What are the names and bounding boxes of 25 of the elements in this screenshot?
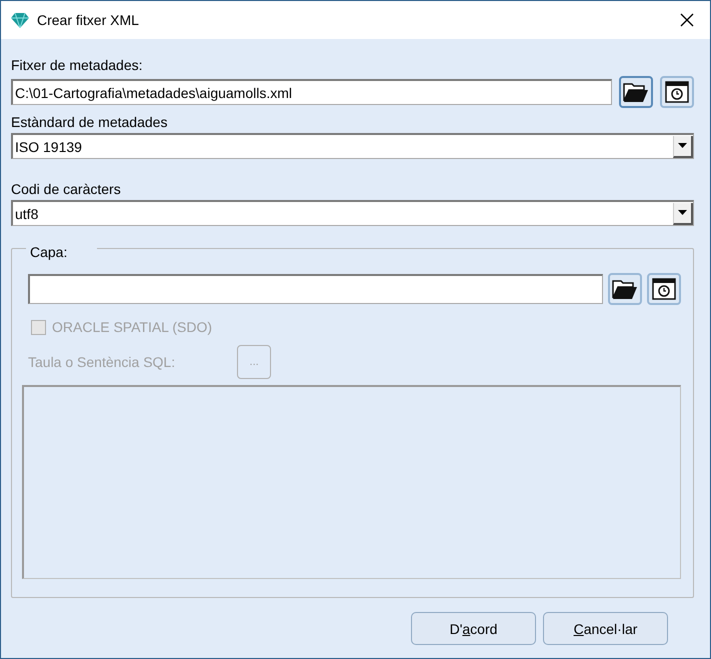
- recent-button[interactable]: [647, 273, 681, 305]
- folder-icon: [623, 81, 649, 103]
- group-label: Capa:: [26, 244, 98, 260]
- layer-field[interactable]: [28, 274, 603, 304]
- file-path-field[interactable]: C:\01-Cartografia\metadades\aiguamolls.xml: [11, 79, 612, 105]
- close-icon[interactable]: [680, 13, 694, 27]
- ok-button[interactable]: D'acord: [411, 612, 536, 645]
- field-label: Estàndard de metadades: [11, 114, 168, 130]
- browse-folder-button[interactable]: [619, 76, 653, 108]
- folder-icon: [612, 278, 638, 300]
- checkbox-label: ORACLE SPATIAL (SDO): [52, 319, 212, 335]
- gem-icon: [11, 12, 29, 28]
- dropdown-arrow-icon: [678, 143, 687, 148]
- window-title: Crear fitxer XML: [37, 12, 140, 28]
- sql-label: Taula o Sentència SQL:: [28, 354, 176, 370]
- window-clock-icon: [665, 81, 689, 103]
- recent-button[interactable]: [660, 76, 694, 108]
- browse-folder-button[interactable]: [608, 273, 642, 305]
- window-clock-icon: [652, 278, 676, 300]
- standard-dropdown[interactable]: ISO 19139: [11, 133, 694, 159]
- encoding-dropdown[interactable]: utf8: [11, 200, 694, 226]
- field-label: Fitxer de metadades:: [11, 57, 144, 73]
- field-label: Codi de caràcters: [11, 181, 122, 197]
- dropdown-arrow-icon: [678, 210, 687, 215]
- cancel-button[interactable]: Cancel·lar: [543, 612, 668, 645]
